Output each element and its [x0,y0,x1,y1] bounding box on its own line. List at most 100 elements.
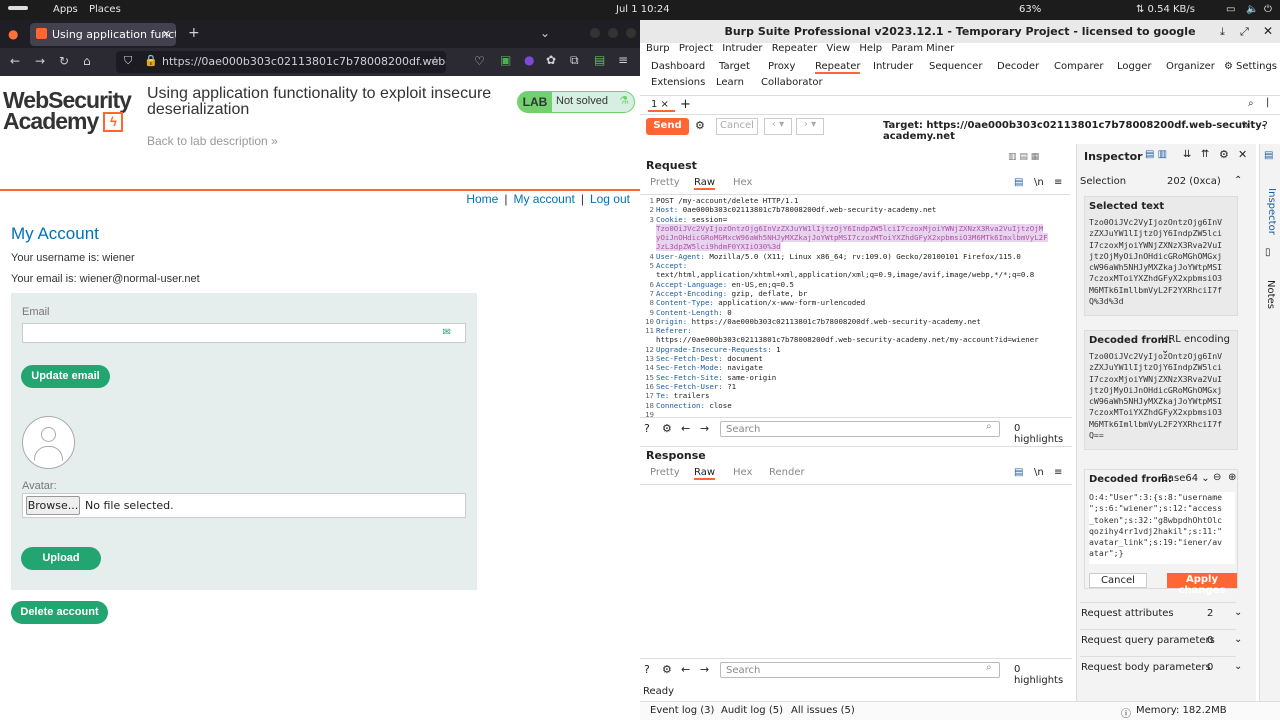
prev-request-icon[interactable]: ‹ ▾ [764,118,792,135]
extension-icon[interactable]: ▣ [500,53,511,67]
extension-icon-4[interactable]: ▤ [594,53,605,67]
tab-decoder[interactable]: Decoder [997,61,1039,72]
menu-icon[interactable]: ≡ [618,53,628,67]
expand-icon[interactable]: ⌄ [1234,607,1242,618]
inspector-settings-icon[interactable]: ⚙ [1219,148,1229,161]
back-icon[interactable]: ← [10,54,20,68]
request-pretty-tab[interactable]: Pretty [650,177,680,188]
layout-toggle-icons[interactable]: ▥ ▤ ▦ [1008,152,1039,162]
response-search-input[interactable]: Search [720,662,1000,678]
tab-close-icon[interactable]: × [162,27,171,40]
send-settings-icon[interactable]: ⚙ [695,119,705,132]
tab-settings[interactable]: Settings [1236,61,1277,72]
repeater-tab-1[interactable]: 1 × [648,99,675,112]
volume-icon[interactable]: 🔈 [1246,4,1258,15]
reload-icon[interactable]: ↻ [59,54,69,68]
scroll-bar-icon[interactable]: | [1266,97,1269,108]
audit-log-button[interactable]: Audit log (5) [721,705,783,716]
settings-gear-icon[interactable]: ⚙ [1224,61,1233,72]
menu-help[interactable]: Help [859,43,882,54]
menu-view[interactable]: View [826,43,850,54]
response-help-icon[interactable]: ? [644,663,650,676]
tab-list-icon[interactable]: ⌄ [540,26,550,40]
shield-icon[interactable]: ⛉ [124,54,132,68]
request-body-params-row[interactable]: Request body parameters 0 ⌄ [1080,656,1242,676]
response-editor[interactable] [640,484,1072,658]
selected-text-value[interactable]: Tzo0OiJVc2VyIjozOntzOjg6InV zZXJuYW1lIjt… [1089,217,1222,307]
bookmark-star-icon[interactable]: ☆ [430,54,440,67]
request-query-params-row[interactable]: Request query parameters 0 ⌄ [1080,629,1242,649]
inspector-close-icon[interactable]: ✕ [1238,148,1247,161]
collapse-icon[interactable]: ⌃ [1234,175,1242,186]
response-menu-icon[interactable]: ≡ [1054,467,1062,478]
request-attributes-row[interactable]: Request attributes 2 ⌄ [1080,602,1242,622]
cancel-button[interactable]: Cancel [716,118,758,135]
back-to-lab-link[interactable]: Back to lab description » [147,134,278,148]
inspector-cancel-button[interactable]: Cancel [1089,573,1147,588]
target-url[interactable]: Target: https://0ae000b303c02113801c7b78… [883,120,1280,142]
extension-icon-3[interactable]: ✿ [546,53,556,67]
tab-collaborator[interactable]: Collaborator [761,77,823,88]
expand-all-icon[interactable]: ⇈ [1201,149,1209,160]
newline-toggle[interactable]: \n [1034,177,1044,188]
selection-row[interactable]: Selection 202 (0xca) ⌃ [1080,173,1242,193]
menu-project[interactable]: Project [679,43,713,54]
tab-repeater[interactable]: Repeater [815,61,861,74]
lock-icon[interactable]: 🔒 [144,54,158,67]
help-icon[interactable]: ? [1262,119,1268,132]
update-email-button[interactable]: Update email [21,365,110,388]
window-icon[interactable]: ▭ [1226,4,1235,15]
url-bar[interactable]: ⛉ 🔒 https://0ae000b303c02113801c7b780082… [116,51,446,73]
response-raw-tab[interactable]: Raw [694,467,716,480]
menu-param-miner[interactable]: Param Miner [891,43,954,54]
response-wrap-icon[interactable]: ▤ [1014,467,1023,478]
menu-burp[interactable]: Burp [646,43,670,54]
event-log-button[interactable]: Event log (3) [650,705,714,716]
request-search-input[interactable]: Search [720,421,1000,437]
minimize-icon[interactable] [590,28,600,38]
expand-icon[interactable]: ⌄ [1234,634,1242,645]
forward-icon[interactable]: → [35,54,45,68]
expand-icon[interactable]: ⌄ [1234,661,1242,672]
extensions-puzzle-icon[interactable]: ⧉ [570,53,579,68]
upload-button[interactable]: Upload [21,547,101,570]
search-prev-icon[interactable]: ← [681,422,690,435]
request-hex-tab[interactable]: Hex [733,177,752,188]
tab-learn[interactable]: Learn [716,77,744,88]
burp-minimize-icon[interactable]: ⤓ [1220,25,1225,39]
search-next-icon[interactable]: → [700,422,709,435]
browse-button[interactable]: Browse... [26,496,80,515]
my-account-link[interactable]: My account [513,192,574,206]
tab-proxy[interactable]: Proxy [768,61,795,72]
pocket-icon[interactable]: ♡ [474,54,485,68]
decoded-base64-type-select[interactable]: Base64 ⌄ [1161,473,1210,484]
log-out-link[interactable]: Log out [590,192,630,206]
decoded-url-value[interactable]: Tzo0OiJVc2VyIjozOntzOjg6InV zZXJuYW1lIjt… [1089,351,1222,441]
response-render-tab[interactable]: Render [769,467,805,478]
tab-intruder[interactable]: Intruder [873,61,913,72]
wsa-logo[interactable]: WebSecurity Academy ϟ [3,89,132,133]
decoded-base64-value[interactable]: O:4:"User":3:{s:8:"username ";s:6:"wiene… [1089,492,1235,564]
response-search-settings-icon[interactable]: ⚙ [662,663,672,676]
home-icon[interactable]: ⌂ [83,54,91,68]
tab-organizer[interactable]: Organizer [1166,61,1215,72]
search-settings-icon[interactable]: ⚙ [662,422,672,435]
activities-icon[interactable] [8,6,28,10]
avatar-file-input[interactable]: Browse... No file selected. [22,493,466,518]
tab-sequencer[interactable]: Sequencer [929,61,982,72]
firefox-icon[interactable]: ● [8,27,18,41]
inspector-rail-tab[interactable]: Inspector [1266,188,1277,235]
help-circle-icon[interactable]: ? [644,422,650,435]
home-link[interactable]: Home [466,192,498,206]
menu-repeater[interactable]: Repeater [772,43,817,54]
send-button[interactable]: Send [646,118,689,135]
apply-changes-button[interactable]: Apply changes [1167,573,1237,596]
request-menu-icon[interactable]: ≡ [1054,177,1062,188]
response-pretty-tab[interactable]: Pretty [650,467,680,478]
url-text[interactable]: https://0ae000b303c02113801c7b78008200df… [162,55,446,68]
menu-intruder[interactable]: Intruder [722,43,762,54]
extension-icon-2[interactable]: ● [524,53,534,67]
tab-logger[interactable]: Logger [1117,61,1151,72]
collapse-all-icon[interactable]: ⇊ [1183,149,1191,160]
tab-dashboard[interactable]: Dashboard [651,61,705,72]
